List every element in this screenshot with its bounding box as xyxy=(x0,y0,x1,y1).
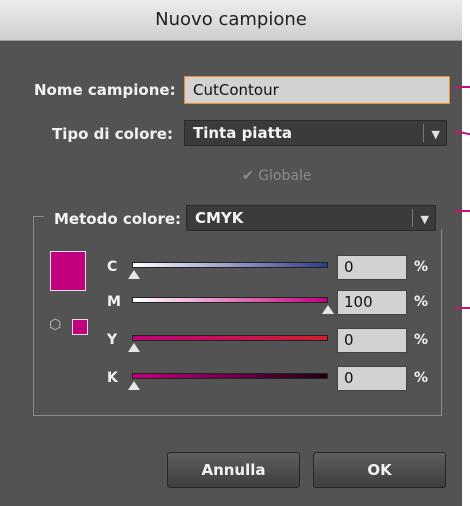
swatch-name-input[interactable]: CutContour xyxy=(184,76,450,104)
channel-y-label: Y xyxy=(107,332,118,348)
in-gamut-swatch[interactable] xyxy=(72,319,88,335)
color-mode-value: CMYK xyxy=(195,209,244,227)
channel-k-label: K xyxy=(107,370,118,386)
color-mode-select[interactable]: CMYK ▼ xyxy=(186,205,436,231)
background-strip xyxy=(462,0,470,506)
ok-button[interactable]: OK xyxy=(313,452,446,488)
channel-y-unit: % xyxy=(414,332,429,348)
callout-line xyxy=(455,86,470,88)
channel-m-unit: % xyxy=(414,294,429,310)
dropdown-separator xyxy=(412,209,413,227)
color-mode-label: Metodo colore: xyxy=(54,210,182,228)
swatch-name-label: Nome campione: xyxy=(34,81,176,99)
global-label: Globale xyxy=(258,168,312,184)
chevron-down-icon: ▼ xyxy=(431,128,440,141)
channel-k-thumb[interactable] xyxy=(128,381,140,390)
channel-c-value[interactable]: 0 xyxy=(337,255,407,280)
new-swatch-dialog: Nuovo campione Nome campione: CutContour… xyxy=(0,0,462,506)
global-checkbox[interactable]: ✔ Globale xyxy=(242,168,311,184)
channel-k-slider[interactable] xyxy=(132,373,328,379)
callout-line xyxy=(455,210,470,212)
dropdown-separator xyxy=(423,124,424,142)
chevron-down-icon: ▼ xyxy=(420,213,429,226)
channel-y-slider[interactable] xyxy=(132,335,328,341)
channel-k-value[interactable]: 0 xyxy=(337,366,407,391)
channel-m-slider[interactable] xyxy=(132,297,328,303)
channel-c-unit: % xyxy=(414,259,429,275)
channel-c-slider[interactable] xyxy=(132,262,328,268)
callout-line xyxy=(455,307,470,309)
channel-y-value[interactable]: 0 xyxy=(337,328,407,353)
channel-m-label: M xyxy=(107,294,121,310)
color-type-value: Tinta piatta xyxy=(193,124,293,142)
cube-icon[interactable]: ⬡ xyxy=(49,317,61,333)
channel-m-thumb[interactable] xyxy=(322,305,334,314)
color-type-select[interactable]: Tinta piatta ▼ xyxy=(184,120,447,146)
color-preview-swatch xyxy=(50,251,86,291)
channel-y-thumb[interactable] xyxy=(128,343,140,352)
cancel-button[interactable]: Annulla xyxy=(167,452,300,488)
channel-m-value[interactable]: 100 xyxy=(337,290,407,315)
channel-c-thumb[interactable] xyxy=(128,270,140,279)
dialog-title: Nuovo campione xyxy=(0,0,462,41)
channel-c-label: C xyxy=(107,259,118,275)
checkmark-icon: ✔ xyxy=(242,168,254,184)
channel-k-unit: % xyxy=(414,370,429,386)
color-type-label: Tipo di colore: xyxy=(52,125,173,143)
